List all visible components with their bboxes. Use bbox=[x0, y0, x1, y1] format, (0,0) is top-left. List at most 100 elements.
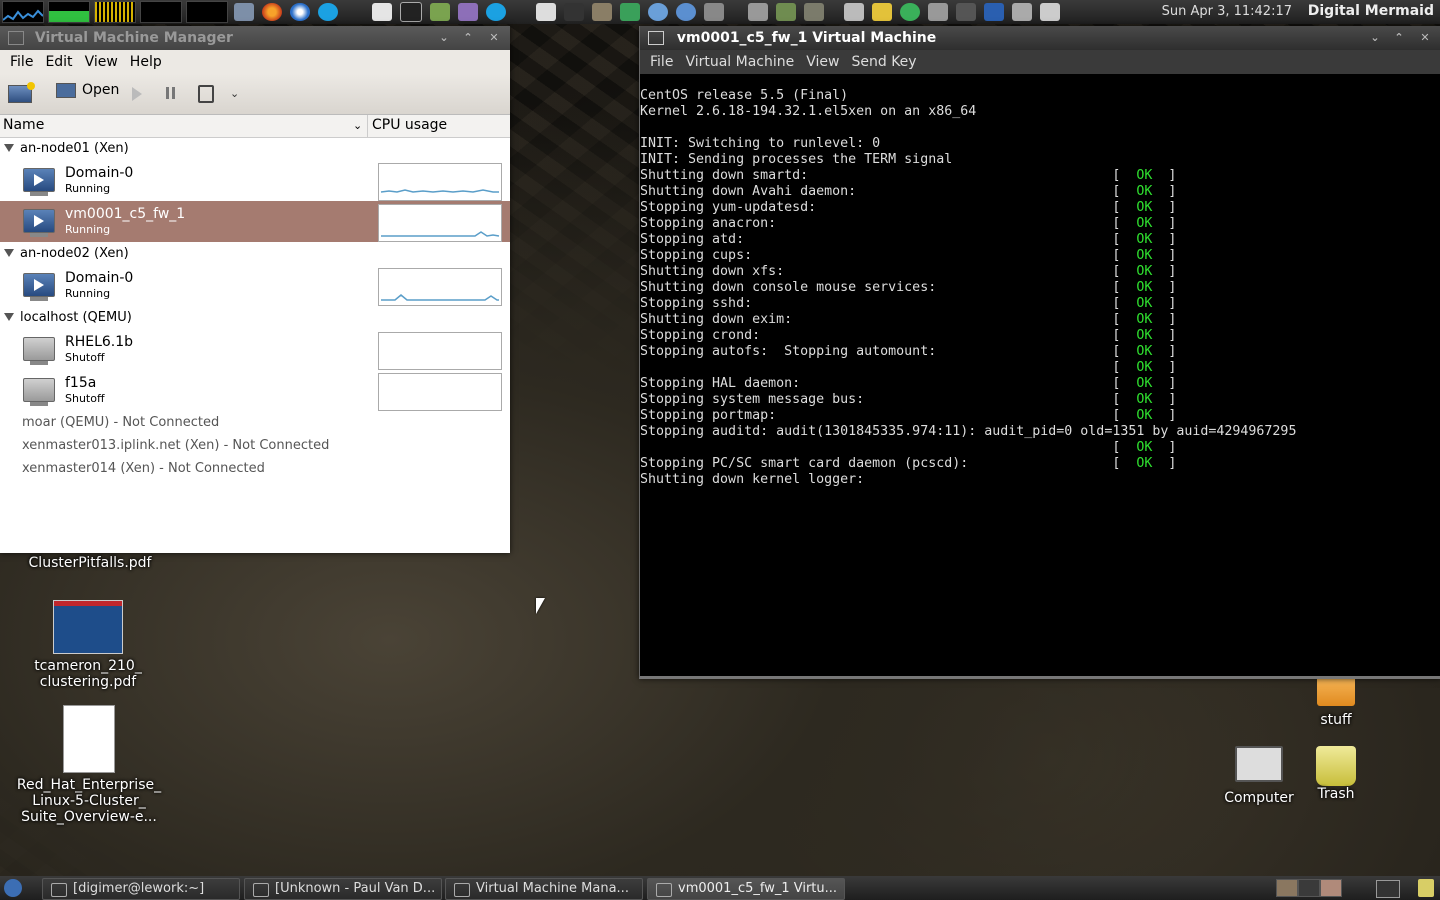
vm-row-domain0-node02[interactable]: Domain-0 Running bbox=[0, 265, 510, 306]
status-bracket: [ bbox=[1112, 360, 1137, 375]
vm-row-vm0001-c5-fw-1[interactable]: vm0001_c5_fw_1 Running bbox=[0, 201, 510, 242]
status-bracket: ] bbox=[1152, 216, 1177, 231]
menu-view[interactable]: View bbox=[79, 54, 124, 70]
status-ok: OK bbox=[1136, 456, 1153, 471]
shutdown-button[interactable] bbox=[198, 82, 216, 106]
connection-moar[interactable]: moar (QEMU) - Not Connected bbox=[22, 415, 219, 430]
gimp-icon[interactable] bbox=[592, 3, 612, 21]
vmm-titlebar[interactable]: Virtual Machine Manager ⌄ ⌃ ✕ bbox=[0, 26, 510, 50]
menu-help[interactable]: Help bbox=[124, 54, 168, 70]
console-terminal[interactable]: CentOS release 5.5 (Final) Kernel 2.6.18-… bbox=[640, 88, 1296, 488]
user-menu[interactable]: Digital Mermaid bbox=[1308, 3, 1434, 19]
open-button[interactable]: Open bbox=[56, 82, 126, 106]
run-button[interactable] bbox=[132, 82, 148, 106]
shutdown-menu-button[interactable]: ⌄ bbox=[230, 82, 244, 106]
menu-send-key[interactable]: Send Key bbox=[845, 54, 922, 70]
task-vm-console[interactable]: vm0001_c5_fw_1 Virtu... bbox=[647, 878, 845, 900]
menu-edit[interactable]: Edit bbox=[39, 54, 78, 70]
menu-view[interactable]: View bbox=[800, 54, 845, 70]
terminal-icon[interactable] bbox=[400, 2, 422, 22]
task-virtual-machine-manager[interactable]: Virtual Machine Mana... bbox=[445, 878, 643, 900]
desktop-icon-trash[interactable]: Trash bbox=[1306, 746, 1366, 802]
system-monitor-icon[interactable] bbox=[776, 3, 796, 21]
terminal-launcher-icon[interactable] bbox=[1376, 880, 1400, 898]
task-terminal[interactable]: [digimer@lework:~] bbox=[42, 878, 240, 900]
inkscape-icon[interactable] bbox=[564, 3, 584, 21]
console-line: Shutting down kernel logger: bbox=[640, 472, 1296, 488]
thunderbird-icon[interactable] bbox=[290, 3, 310, 21]
column-cpu-usage[interactable]: CPU usage bbox=[372, 117, 447, 133]
workspace-switcher[interactable] bbox=[1276, 879, 1342, 897]
minimize-button[interactable]: ⌄ bbox=[1367, 30, 1383, 46]
show-desktop-icon[interactable] bbox=[234, 3, 254, 21]
system-tray-icon[interactable] bbox=[804, 3, 824, 21]
connection-xenmaster013[interactable]: xenmaster013.iplink.net (Xen) - Not Conn… bbox=[22, 438, 329, 453]
close-button[interactable]: ✕ bbox=[486, 30, 502, 46]
fedora-menu-icon[interactable] bbox=[4, 879, 22, 897]
expander-icon[interactable] bbox=[4, 313, 14, 321]
media-player-icon[interactable] bbox=[536, 3, 556, 21]
task-media-player[interactable]: [Unknown - Paul Van D... bbox=[244, 878, 442, 900]
volume-icon[interactable] bbox=[956, 3, 976, 21]
connection-an-node01[interactable]: an-node01 (Xen) bbox=[0, 138, 129, 160]
menu-file[interactable]: File bbox=[644, 54, 679, 70]
close-button[interactable]: ✕ bbox=[1417, 30, 1433, 46]
network-icon[interactable] bbox=[928, 3, 948, 21]
desktop-icon-computer[interactable]: Computer bbox=[1220, 746, 1298, 806]
column-name[interactable]: Name bbox=[3, 117, 44, 133]
calculator-icon[interactable] bbox=[430, 3, 450, 21]
media-icon[interactable] bbox=[872, 3, 892, 21]
new-vm-button[interactable] bbox=[8, 82, 35, 106]
remote-desktop-icon[interactable] bbox=[704, 3, 724, 21]
minimize-button[interactable]: ⌄ bbox=[436, 30, 452, 46]
network-monitor-applet[interactable] bbox=[94, 1, 136, 23]
connection-an-node02[interactable]: an-node02 (Xen) bbox=[0, 243, 129, 265]
sort-chevron-icon[interactable]: ⌄ bbox=[353, 119, 362, 132]
bluetooth-icon[interactable] bbox=[984, 3, 1004, 21]
desktop-icon-clusterpitfalls[interactable]: ClusterPitfalls.pdf bbox=[20, 555, 160, 571]
image-viewer-icon[interactable] bbox=[620, 3, 640, 21]
skype-tray-icon[interactable] bbox=[486, 3, 506, 21]
workspace-2[interactable] bbox=[1298, 879, 1320, 897]
expander-icon[interactable] bbox=[4, 249, 14, 257]
web-icon[interactable] bbox=[676, 3, 696, 21]
workspace-3[interactable] bbox=[1320, 879, 1342, 897]
disk-monitor-applet[interactable] bbox=[186, 1, 228, 23]
display-icon[interactable] bbox=[1012, 3, 1032, 21]
vm-row-rhel61b[interactable]: RHEL6.1b Shutoff bbox=[0, 329, 510, 370]
settings-icon[interactable] bbox=[844, 3, 864, 21]
connection-localhost[interactable]: localhost (QEMU) bbox=[0, 307, 132, 329]
trash-applet-icon[interactable] bbox=[1418, 879, 1434, 897]
menu-virtual-machine[interactable]: Virtual Machine bbox=[679, 54, 800, 70]
cpu-usage-graph bbox=[378, 332, 502, 370]
status-icon[interactable] bbox=[900, 3, 920, 21]
skype-icon[interactable] bbox=[318, 3, 338, 21]
load-monitor-applet[interactable] bbox=[140, 1, 182, 23]
console-titlebar[interactable]: vm0001_c5_fw_1 Virtual Machine ⌄ ⌃ ✕ bbox=[640, 26, 1440, 50]
text-editor-icon[interactable] bbox=[372, 3, 392, 21]
firefox-icon[interactable] bbox=[262, 3, 282, 21]
status-bracket: ] bbox=[1152, 440, 1177, 455]
desktop-icon-stuff[interactable]: stuff bbox=[1306, 676, 1366, 728]
pause-button[interactable] bbox=[166, 82, 182, 106]
vm-status: Running bbox=[65, 223, 111, 236]
vm-name: f15a bbox=[65, 375, 97, 391]
vm-row-f15a[interactable]: f15a Shutoff bbox=[0, 370, 510, 411]
network-tool-icon[interactable] bbox=[748, 3, 768, 21]
expander-icon[interactable] bbox=[4, 144, 14, 152]
vm-row-domain0-node01[interactable]: Domain-0 Running bbox=[0, 160, 510, 201]
cpu-monitor-applet[interactable] bbox=[2, 1, 44, 23]
workspace-1[interactable] bbox=[1276, 879, 1298, 897]
maximize-button[interactable]: ⌃ bbox=[1391, 30, 1407, 46]
console-line: Stopping cups: [ OK ] bbox=[640, 248, 1296, 264]
memory-monitor-applet[interactable] bbox=[48, 1, 90, 23]
pidgin-icon[interactable] bbox=[458, 3, 478, 21]
desktop-icon-tcameron-pdf[interactable]: tcameron_210_ clustering.pdf bbox=[18, 600, 158, 690]
clock[interactable]: Sun Apr 3, 11:42:17 bbox=[1162, 4, 1292, 19]
browser-icon[interactable] bbox=[648, 3, 668, 21]
clipboard-icon[interactable] bbox=[1040, 3, 1060, 21]
maximize-button[interactable]: ⌃ bbox=[460, 30, 476, 46]
desktop-icon-redhat-pdf[interactable]: Red_Hat_Enterprise_ Linux-5-Cluster_ Sui… bbox=[14, 705, 164, 825]
connection-xenmaster014[interactable]: xenmaster014 (Xen) - Not Connected bbox=[22, 461, 265, 476]
menu-file[interactable]: File bbox=[4, 54, 39, 70]
